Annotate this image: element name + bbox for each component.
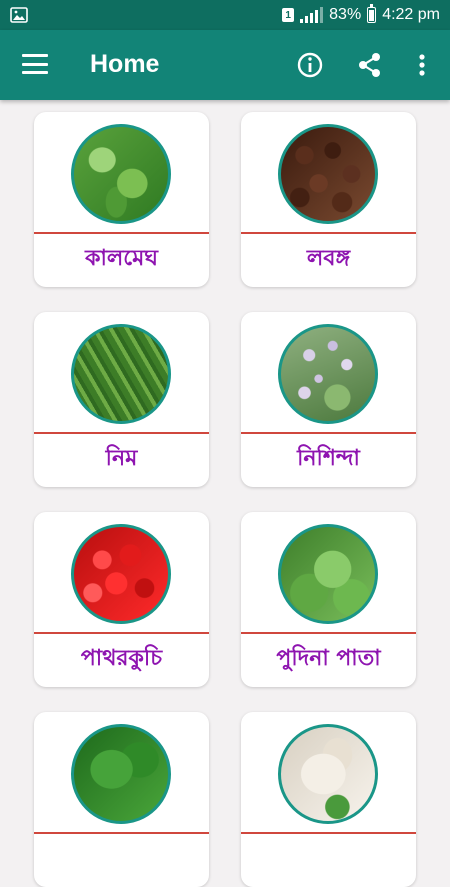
herb-card-patharkuchi[interactable]: পাথরকুচি bbox=[34, 512, 209, 687]
herb-image bbox=[71, 124, 171, 224]
herb-label: নিশিন্দা bbox=[297, 445, 360, 471]
herb-image bbox=[71, 524, 171, 624]
more-vert-icon[interactable] bbox=[407, 50, 437, 80]
herb-image bbox=[278, 124, 378, 224]
herb-label bbox=[241, 834, 416, 884]
info-icon[interactable] bbox=[295, 50, 325, 80]
battery-percent: 83% bbox=[329, 6, 362, 23]
herb-card-kalmegh[interactable]: কালমেঘ bbox=[34, 112, 209, 287]
herb-label: লবঙ্গ bbox=[306, 245, 351, 271]
herb-image bbox=[71, 324, 171, 424]
herb-card-labanga[interactable]: লবঙ্গ bbox=[241, 112, 416, 287]
page-title: Home bbox=[90, 50, 160, 78]
menu-icon[interactable] bbox=[22, 54, 48, 74]
herb-card-nishinda[interactable]: নিশিন্দা bbox=[241, 312, 416, 487]
battery-icon bbox=[367, 4, 377, 23]
clock: 4:22 pm bbox=[382, 6, 440, 23]
herb-image bbox=[278, 524, 378, 624]
herb-image bbox=[278, 324, 378, 424]
herb-label: কালমেঘ bbox=[85, 245, 158, 271]
app-bar: Home bbox=[0, 30, 450, 100]
herb-label: নিম bbox=[105, 445, 138, 471]
gallery-notification-icon bbox=[10, 7, 28, 23]
herb-image bbox=[278, 724, 378, 824]
herb-label: পুদিনা পাতা bbox=[276, 645, 381, 671]
herb-label: পাথরকুচি bbox=[80, 645, 163, 671]
herb-card-neem[interactable]: নিম bbox=[34, 312, 209, 487]
share-icon[interactable] bbox=[355, 50, 385, 80]
herb-image bbox=[71, 724, 171, 824]
signal-icon bbox=[300, 7, 324, 23]
herb-label bbox=[34, 834, 209, 884]
herb-grid: কালমেঘ লবঙ্গ নিম নিশিন্দা পাথরকুচি পুদিন… bbox=[34, 112, 416, 887]
herb-card-pudina[interactable]: পুদিনা পাতা bbox=[241, 512, 416, 687]
status-bar: 1 83% 4:22 pm bbox=[0, 0, 450, 30]
sim-icon: 1 bbox=[282, 8, 295, 22]
